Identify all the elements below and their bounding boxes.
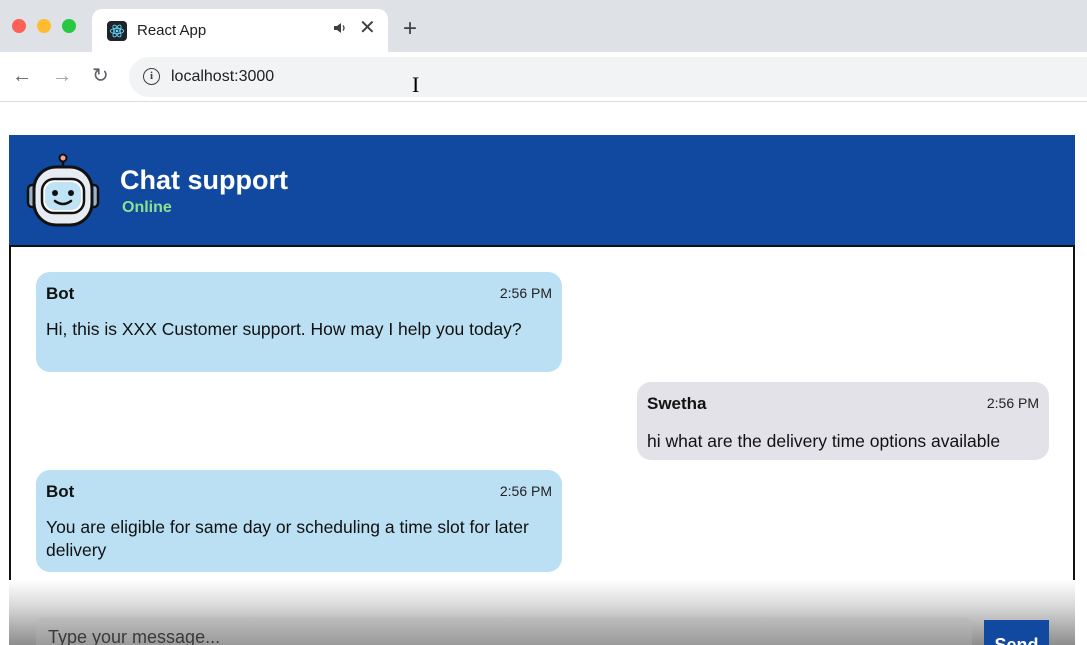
chat-message-user: Swetha 2:56 PM hi what are the delivery …: [637, 382, 1049, 460]
chat-message-bot: Bot 2:56 PM You are eligible for same da…: [36, 470, 562, 572]
chat-header: Chat support Online: [9, 135, 1075, 245]
speaker-icon[interactable]: [333, 22, 347, 37]
browser-tab[interactable]: React App ✕: [92, 9, 388, 52]
react-logo-icon: [107, 21, 127, 41]
forward-arrow-icon[interactable]: →: [52, 64, 72, 88]
message-sender: Bot: [46, 284, 75, 303]
message-text: Hi, this is XXX Customer support. How ma…: [46, 319, 522, 339]
message-time: 2:56 PM: [499, 285, 552, 301]
url-text[interactable]: localhost:3000: [171, 68, 274, 86]
message-time: 2:56 PM: [986, 395, 1039, 411]
message-sender: Swetha: [647, 394, 707, 413]
message-input[interactable]: [36, 617, 972, 645]
message-text: You are eligible for same day or schedul…: [46, 517, 529, 560]
new-tab-icon[interactable]: +: [403, 17, 417, 41]
window-minimize-dot[interactable]: [37, 19, 51, 33]
message-text: hi what are the delivery time options av…: [647, 431, 1001, 451]
send-button[interactable]: Send: [984, 620, 1049, 645]
reload-icon[interactable]: ↻: [92, 64, 109, 88]
browser-tab-bar: React App ✕ +: [0, 0, 1087, 52]
tab-close-icon[interactable]: ✕: [359, 18, 376, 38]
window-zoom-dot[interactable]: [62, 19, 76, 33]
page: React App ✕ + ← → ↻ i localhost:3000 I C…: [0, 0, 1087, 645]
window-close-dot[interactable]: [12, 19, 26, 33]
back-arrow-icon[interactable]: ←: [12, 64, 32, 88]
message-time: 2:56 PM: [499, 483, 552, 499]
browser-toolbar: ← → ↻ i localhost:3000: [0, 52, 1087, 102]
chat-message-bot: Bot 2:56 PM Hi, this is XXX Customer sup…: [36, 272, 562, 372]
tab-title: React App: [137, 22, 207, 39]
address-bar[interactable]: i localhost:3000: [129, 57, 1087, 97]
message-sender: Bot: [46, 482, 75, 501]
chat-title: Chat support: [120, 165, 288, 195]
site-info-icon[interactable]: i: [143, 68, 160, 85]
status-badge: Online: [122, 199, 172, 216]
robot-icon: [26, 153, 100, 227]
text-cursor-icon: I: [412, 72, 420, 97]
